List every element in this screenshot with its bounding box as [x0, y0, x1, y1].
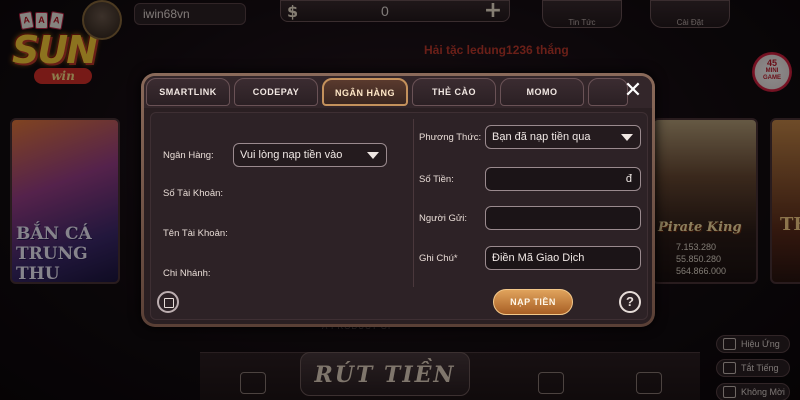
- sender-label: Người Gửi:: [419, 213, 467, 224]
- method-select[interactable]: Bạn đã nạp tiền qua: [485, 125, 641, 149]
- bank-deposit-form: Ngân Hàng: Vui lòng nạp tiền vào Số Tài …: [150, 112, 648, 320]
- tab-smartlink[interactable]: SMARTLINK: [146, 78, 230, 106]
- currency-unit: đ: [625, 173, 632, 185]
- account-name-label: Tên Tài Khoản:: [163, 228, 228, 239]
- sender-input[interactable]: [485, 206, 641, 230]
- history-icon[interactable]: [157, 291, 179, 313]
- note-input[interactable]: Điền Mã Giao Dịch: [485, 246, 641, 270]
- note-label: Ghi Chú*: [419, 253, 458, 264]
- tab-momo[interactable]: MOMO: [500, 78, 584, 106]
- bank-select-value: Vui lòng nạp tiền vào: [240, 149, 343, 161]
- deposit-submit-button[interactable]: NẠP TIỀN: [493, 289, 573, 315]
- method-label: Phương Thức:: [419, 132, 482, 143]
- chevron-down-icon: [367, 152, 379, 159]
- lobby-screen: A A A SUN win iwin68vn $ 0 + Tin Tức Cài…: [0, 0, 800, 400]
- tab-codepay[interactable]: CODEPAY: [234, 78, 318, 106]
- payment-tabs: SMARTLINK CODEPAY NGÂN HÀNG THẺ CÀO MOMO…: [144, 76, 652, 108]
- bank-label: Ngân Hàng:: [163, 150, 214, 161]
- close-button[interactable]: ✕: [618, 78, 648, 104]
- chevron-down-icon: [621, 134, 633, 141]
- branch-label: Chi Nhánh:: [163, 268, 211, 279]
- amount-label: Số Tiền:: [419, 174, 454, 185]
- amount-input[interactable]: đ: [485, 167, 641, 191]
- method-select-value: Bạn đã nạp tiền qua: [492, 131, 591, 143]
- tab-bank[interactable]: NGÂN HÀNG: [322, 78, 408, 106]
- deposit-dialog: SMARTLINK CODEPAY NGÂN HÀNG THẺ CÀO MOMO…: [141, 73, 655, 327]
- help-button[interactable]: ?: [619, 291, 641, 313]
- account-number-label: Số Tài Khoản:: [163, 188, 224, 199]
- tab-card[interactable]: THẺ CÀO: [412, 78, 496, 106]
- bank-select[interactable]: Vui lòng nạp tiền vào: [233, 143, 387, 167]
- column-divider: [413, 119, 414, 287]
- note-input-value: Điền Mã Giao Dịch: [492, 252, 585, 264]
- deposit-dialog-panel: SMARTLINK CODEPAY NGÂN HÀNG THẺ CÀO MOMO…: [144, 76, 652, 324]
